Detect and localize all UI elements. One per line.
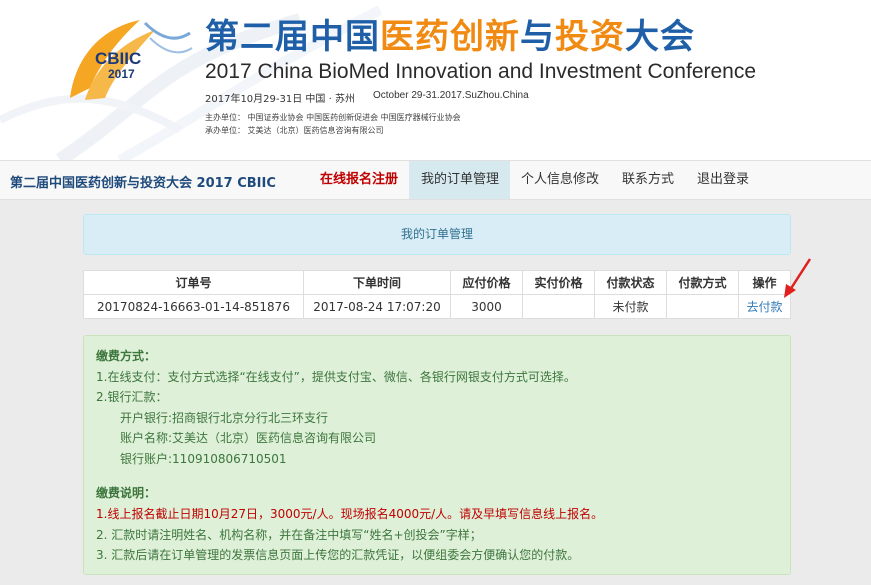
amount-paid-cell [522, 294, 595, 319]
nav-online-registration[interactable]: 在线报名注册 [308, 161, 410, 199]
title-part-5: 大会 [625, 17, 695, 57]
payment-note-deadline: 1.线上报名截止日期10月27日，3000元/人。现场报名4000元/人。请及早… [96, 507, 604, 521]
payment-note-upload: 3. 汇款后请在订单管理的发票信息页面上传您的汇款凭证，以便组委会方便确认您的付… [96, 548, 580, 562]
payment-method-heading: 缴费方式： [96, 349, 157, 363]
amount-due-cell: 3000 [450, 294, 523, 319]
table-header-row: 订单号 下单时间 应付价格 实付价格 付款状态 付款方式 操作 [83, 270, 791, 295]
table-row: 20170824-16663-01-14-851876 2017-08-24 1… [83, 294, 791, 319]
navbar-brand[interactable]: 第二届中国医药创新与投资大会 2017 CBIIC [10, 172, 276, 191]
col-order-time: 下单时间 [303, 270, 451, 295]
logo-year: 2017 [108, 67, 135, 81]
payment-bank-line: 2.银行汇款： [96, 390, 168, 404]
nav-profile-edit[interactable]: 个人信息修改 [509, 161, 611, 199]
organizers-line: 主办单位： 中国证券业协会 中国医药创新促进会 中国医疗器械行业协会 [205, 113, 461, 122]
col-amount-paid: 实付价格 [522, 270, 595, 295]
title-part-3: 与 [520, 17, 555, 57]
title-part-4: 投资 [555, 17, 625, 57]
pay-status-cell: 未付款 [594, 294, 667, 319]
col-pay-method: 付款方式 [666, 270, 739, 295]
logo-text: CBIIC [95, 49, 142, 68]
payment-info-box: 缴费方式： 1.在线支付：支付方式选择“在线支付”，提供支付宝、微信、各银行网银… [83, 335, 791, 575]
bank-name-line: 开户银行:招商银行北京分行北三环支行 [120, 411, 329, 425]
title-part-1: 第二届中国 [205, 17, 380, 57]
payment-online-line: 1.在线支付：支付方式选择“在线支付”，提供支付宝、微信、各银行网银支付方式可选… [96, 370, 576, 384]
main-navbar: 第二届中国医药创新与投资大会 2017 CBIIC 在线报名注册 我的订单管理 … [0, 160, 871, 200]
order-no-cell: 20170824-16663-01-14-851876 [83, 294, 304, 319]
conference-title-cn: 第二届中国医药创新与投资大会 [205, 17, 695, 57]
order-time-cell: 2017-08-24 17:07:20 [303, 294, 451, 319]
orders-table: 订单号 下单时间 应付价格 实付价格 付款状态 付款方式 操作 20170824… [83, 270, 791, 319]
conference-date-cn: 2017年10月29-31日 中国 · 苏州 [205, 94, 355, 105]
title-part-2: 医药创新 [380, 17, 520, 57]
nav-contact[interactable]: 联系方式 [610, 161, 686, 199]
undertaker-line: 承办单位： 艾美达（北京）医药信息咨询有限公司 [205, 126, 384, 135]
col-order-no: 订单号 [83, 270, 304, 295]
payment-notes-heading: 缴费说明： [96, 486, 157, 500]
col-amount-due: 应付价格 [450, 270, 523, 295]
conference-banner: CBIIC 2017 第二届中国医药创新与投资大会 2017 China Bio… [0, 0, 871, 160]
account-number-line: 银行账户:110910806710501 [120, 452, 287, 466]
pay-method-cell [666, 294, 739, 319]
panel-heading: 我的订单管理 [83, 214, 791, 255]
payment-note-remark: 2. 汇款时请注明姓名、机构名称，并在备注中填写“姓名+创投会”字样； [96, 528, 482, 542]
nav-logout[interactable]: 退出登录 [685, 161, 761, 199]
col-pay-status: 付款状态 [594, 270, 667, 295]
conference-date-en: October 29-31.2017.SuZhou.China [373, 90, 529, 101]
conference-title-en: 2017 China BioMed Innovation and Investm… [205, 60, 757, 83]
account-name-line: 账户名称:艾美达（北京）医药信息咨询有限公司 [120, 431, 377, 445]
nav-my-orders[interactable]: 我的订单管理 [409, 161, 510, 199]
red-arrow-icon [784, 258, 812, 298]
pay-now-link[interactable]: 去付款 [746, 300, 782, 314]
